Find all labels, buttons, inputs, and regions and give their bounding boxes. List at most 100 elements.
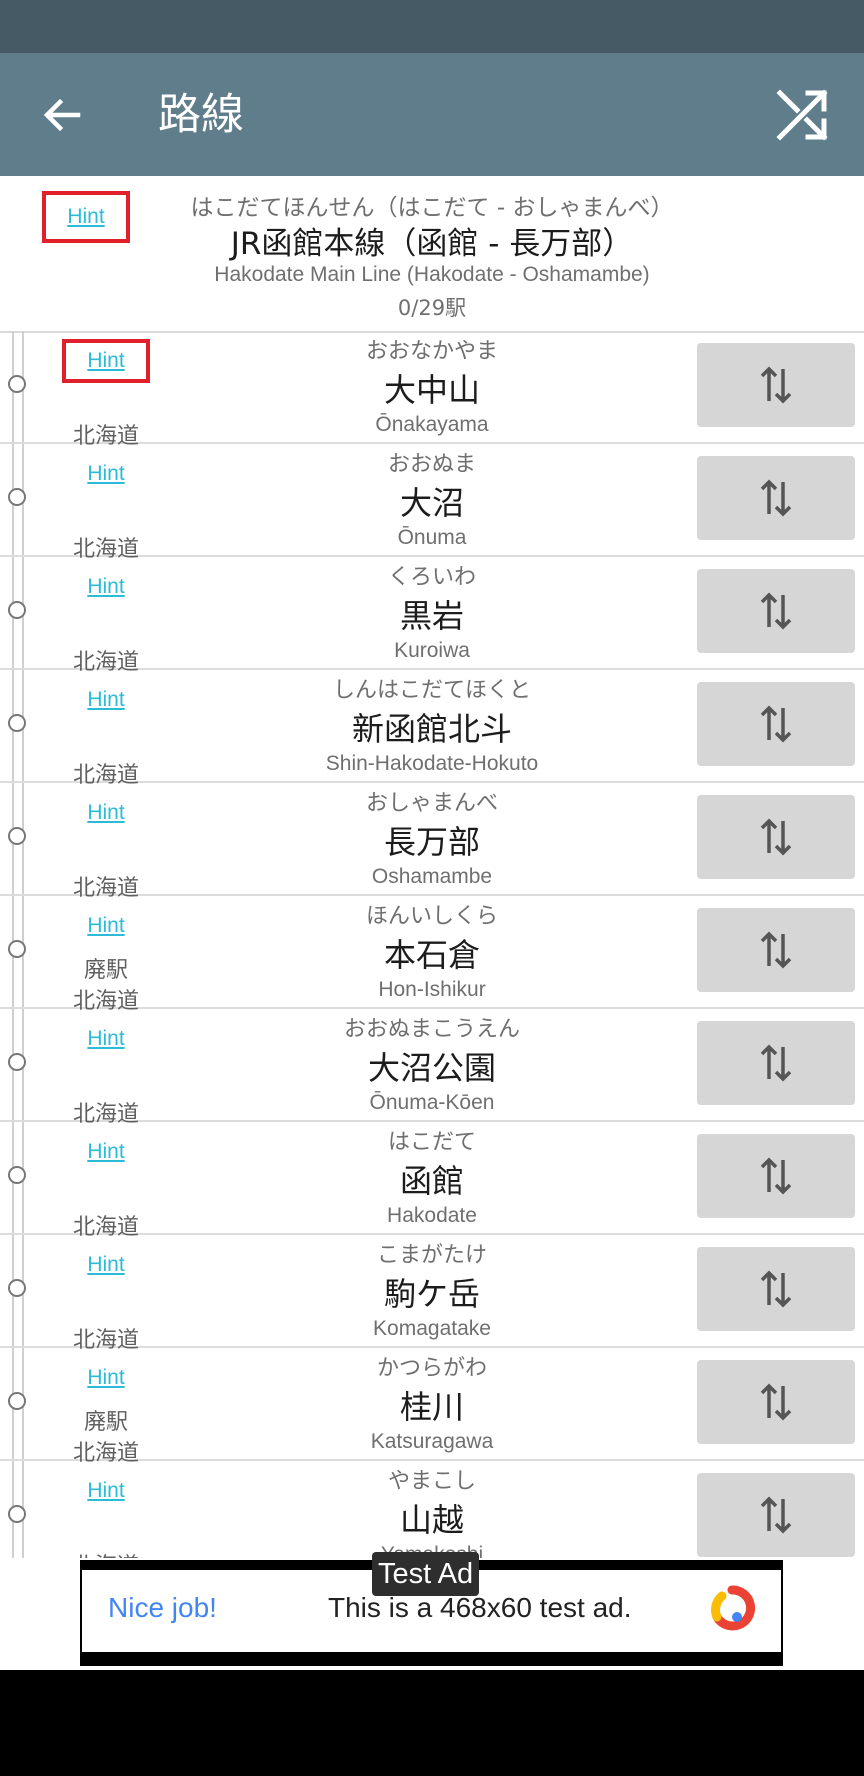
- station-name: 山越: [399, 1501, 464, 1539]
- station-hint-link[interactable]: Hint: [87, 1253, 124, 1277]
- ad-banner[interactable]: Nice job! This is a 468x60 test ad. Test…: [80, 1552, 783, 1666]
- station-reading: おおなかやま: [365, 339, 498, 364]
- swap-vertical-icon: [760, 366, 792, 404]
- station-reading: こまがたけ: [376, 1243, 487, 1268]
- station-hint-link[interactable]: Hint: [87, 462, 124, 486]
- station-hint-link[interactable]: Hint: [87, 688, 124, 712]
- station-dot: [8, 1053, 26, 1071]
- swap-vertical-icon: [760, 1383, 792, 1421]
- swap-button[interactable]: [697, 1021, 855, 1105]
- swap-vertical-icon: [760, 931, 792, 969]
- line-reading: はこだてほんせん（はこだて - おしゃまんべ）: [190, 195, 674, 221]
- station-romaji: Ōnuma: [397, 526, 467, 549]
- station-reading: おしゃまんべ: [365, 791, 498, 816]
- station-reading: かつらがわ: [376, 1356, 487, 1381]
- closed-label: 廃駅: [83, 958, 128, 983]
- station-hint-link[interactable]: Hint: [87, 575, 124, 599]
- station-dot: [8, 1166, 26, 1184]
- line-hint-highlight: Hint: [42, 191, 130, 243]
- station-name: 長万部: [383, 823, 480, 861]
- swap-vertical-icon: [760, 1157, 792, 1195]
- station-hint-link[interactable]: Hint: [87, 1366, 124, 1390]
- navigation-bar: [0, 1670, 864, 1776]
- station-hint-link[interactable]: Hint: [87, 1027, 124, 1051]
- station-hint-link[interactable]: Hint: [87, 1140, 124, 1164]
- station-hint-highlight: Hint: [62, 339, 150, 383]
- station-hint: Hint: [62, 1356, 150, 1400]
- station-reading: くろいわ: [387, 565, 476, 590]
- station-hint: Hint: [62, 1243, 150, 1287]
- station-hint-link[interactable]: Hint: [87, 349, 124, 373]
- station-dot: [8, 488, 26, 506]
- station-row: Hint 北海道 おおぬま 大沼 Ōnuma: [0, 444, 864, 562]
- swap-vertical-icon: [760, 1496, 792, 1534]
- station-row: Hint 北海道 くろいわ 黒岩 Kuroiwa: [0, 557, 864, 675]
- station-row: Hint 廃駅 北海道 ほんいしくら 本石倉 Hon-Ishikur: [0, 896, 864, 1014]
- station-list: Hint 北海道 おおなかやま 大中山 Ōnakayama Hint 北海道 お…: [0, 331, 864, 1558]
- closed-label: 廃駅: [83, 1410, 128, 1435]
- swap-button[interactable]: [697, 1247, 855, 1331]
- station-hint: Hint: [62, 1130, 150, 1174]
- prefecture-label: 北海道: [50, 1548, 162, 1558]
- station-hint: Hint: [62, 678, 150, 722]
- station-row: Hint 北海道 やまこし 山越 Yamakoshi: [0, 1461, 864, 1558]
- station-dot: [8, 1505, 26, 1523]
- station-romaji: Ōnuma-Kōen: [369, 1091, 495, 1114]
- back-button[interactable]: [38, 91, 86, 139]
- station-name: 大沼公園: [367, 1049, 496, 1087]
- station-dot: [8, 714, 26, 732]
- station-dot: [8, 827, 26, 845]
- station-romaji: Kuroiwa: [394, 639, 470, 662]
- swap-button[interactable]: [697, 1134, 855, 1218]
- station-romaji: Ōnakayama: [375, 413, 489, 436]
- ad-text: This is a 468x60 test ad.: [328, 1592, 632, 1623]
- station-romaji: Katsuragawa: [370, 1430, 494, 1453]
- status-bar: [0, 0, 864, 53]
- shuffle-button[interactable]: [774, 87, 830, 143]
- swap-vertical-icon: [760, 1044, 792, 1082]
- station-row: Hint 北海道 しんはこだてほくと 新函館北斗 Shin-Hakodate-H…: [0, 670, 864, 788]
- station-dot: [8, 601, 26, 619]
- station-hint-link[interactable]: Hint: [87, 801, 124, 825]
- swap-button[interactable]: [697, 456, 855, 540]
- page-title: 路線: [158, 90, 244, 140]
- swap-vertical-icon: [760, 818, 792, 856]
- station-name: 駒ケ岳: [383, 1275, 480, 1313]
- swap-button[interactable]: [697, 795, 855, 879]
- station-hint: Hint: [62, 1469, 150, 1513]
- station-hint: Hint: [62, 452, 150, 496]
- station-hint-link[interactable]: Hint: [87, 1479, 124, 1503]
- station-row: Hint 北海道 おしゃまんべ 長万部 Oshamambe: [0, 783, 864, 901]
- station-name: 大沼: [399, 484, 464, 522]
- station-progress: 0/29駅: [397, 296, 467, 320]
- station-romaji: Hon-Ishikur: [378, 978, 486, 1001]
- arrow-left-icon: [43, 98, 81, 132]
- swap-button[interactable]: [697, 908, 855, 992]
- station-romaji: Hakodate: [387, 1204, 477, 1227]
- station-row: Hint 北海道 おおぬまこうえん 大沼公園 Ōnuma-Kōen: [0, 1009, 864, 1127]
- station-dot: [8, 1279, 26, 1297]
- station-reading: ほんいしくら: [365, 904, 498, 929]
- swap-button[interactable]: [697, 1360, 855, 1444]
- line-name: JR函館本線（函館 - 長万部）: [230, 226, 634, 262]
- swap-button[interactable]: [697, 1473, 855, 1557]
- station-reading: しんはこだてほくと: [332, 678, 531, 703]
- station-hint: Hint: [62, 1017, 150, 1061]
- station-dot: [8, 1392, 26, 1410]
- line-hint-link[interactable]: Hint: [67, 205, 104, 229]
- swap-button[interactable]: [697, 343, 855, 427]
- station-row: Hint 北海道 おおなかやま 大中山 Ōnakayama: [0, 331, 864, 449]
- swap-button[interactable]: [697, 682, 855, 766]
- station-romaji: Shin-Hakodate-Hokuto: [325, 752, 539, 775]
- station-row: Hint 北海道 はこだて 函館 Hakodate: [0, 1122, 864, 1240]
- app-bar: 路線: [0, 53, 864, 176]
- station-dot: [8, 375, 26, 393]
- line-romaji: Hakodate Main Line (Hakodate - Oshamambe…: [214, 263, 650, 286]
- station-row: Hint 北海道 こまがたけ 駒ケ岳 Komagatake: [0, 1235, 864, 1353]
- station-name: 黒岩: [399, 597, 464, 635]
- swap-button[interactable]: [697, 569, 855, 653]
- station-hint-link[interactable]: Hint: [87, 914, 124, 938]
- swap-vertical-icon: [760, 479, 792, 517]
- swap-vertical-icon: [760, 705, 792, 743]
- station-romaji: Oshamambe: [371, 865, 493, 888]
